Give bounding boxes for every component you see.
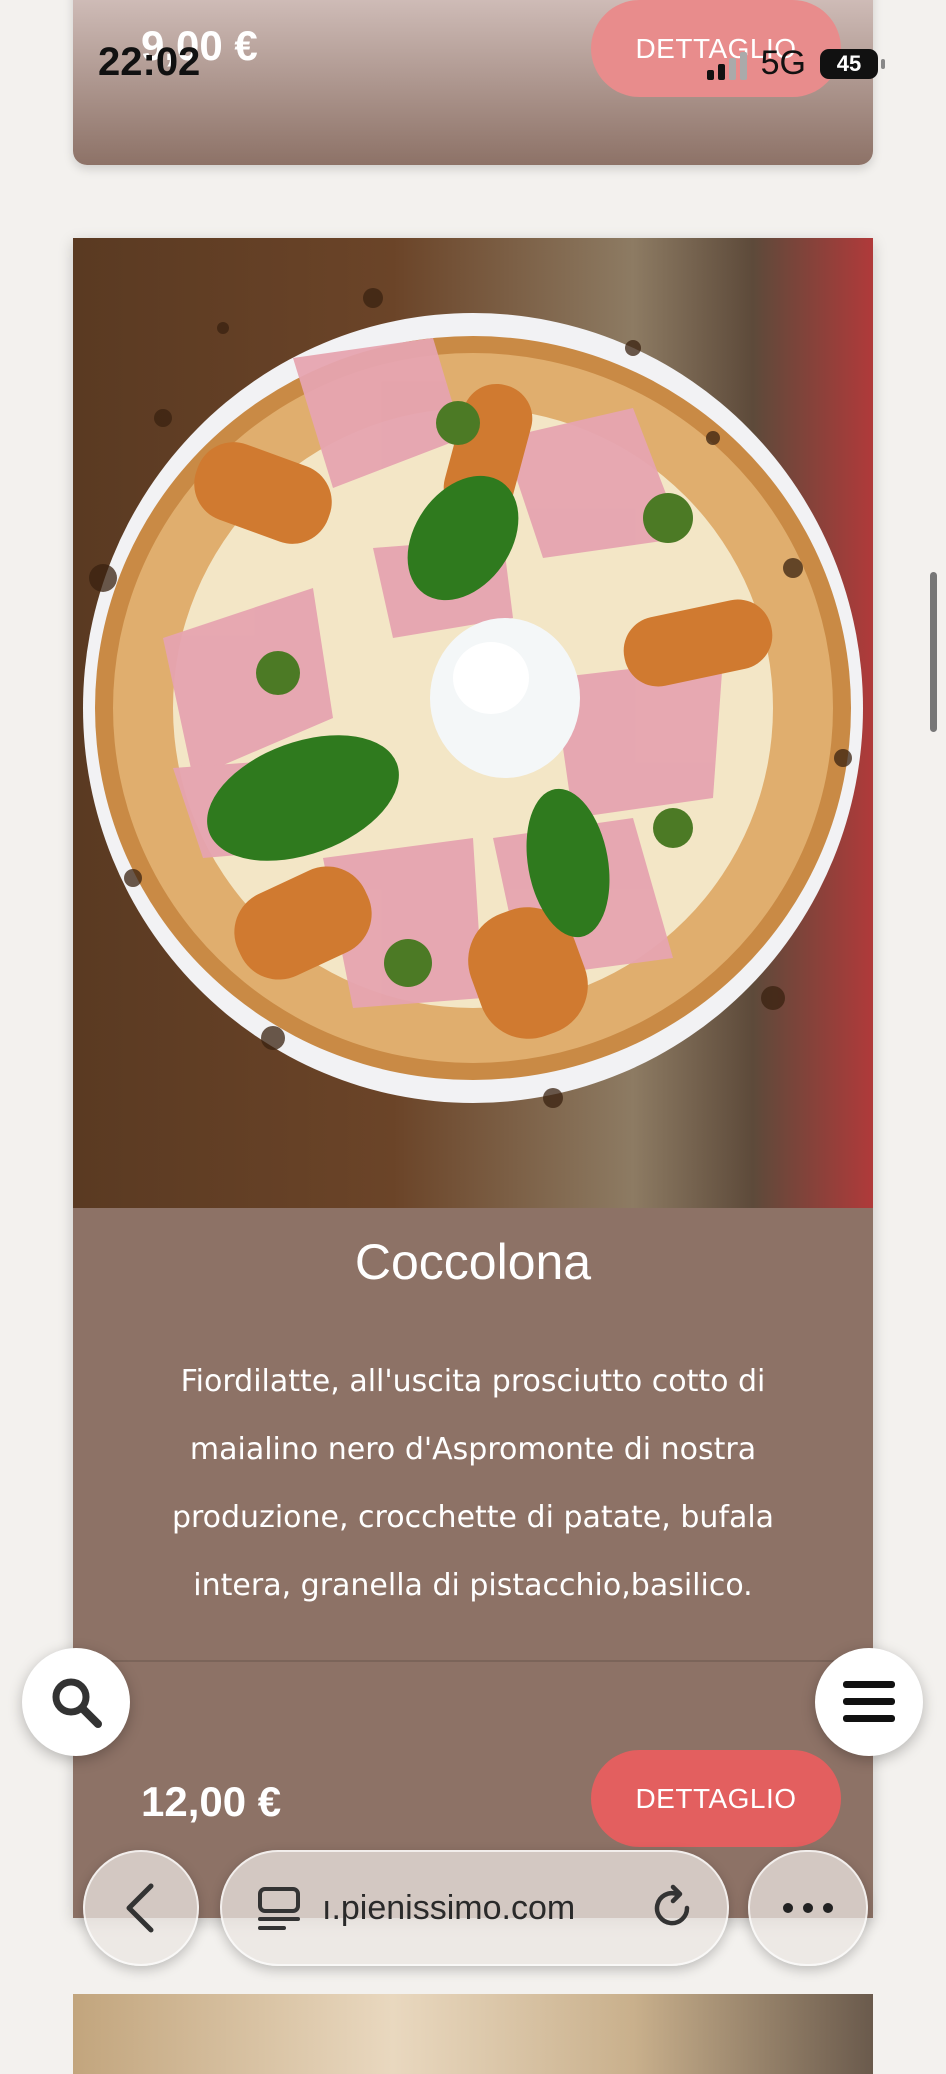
item-price: 12,00 € bbox=[141, 1778, 282, 1825]
item-description: Fiordilatte, all'uscita prosciutto cotto… bbox=[171, 1364, 775, 1603]
menu-button[interactable] bbox=[815, 1648, 923, 1756]
menu-item-card: Coccolona Fiordilatte, all'uscita prosci… bbox=[73, 238, 873, 1918]
more-options-button[interactable] bbox=[748, 1850, 868, 1966]
signal-icon bbox=[706, 48, 747, 80]
battery-level: 45 bbox=[836, 50, 862, 76]
browser-back-button[interactable] bbox=[83, 1850, 199, 1966]
detail-button[interactable]: DETTAGLIO bbox=[591, 1750, 841, 1847]
hamburger-icon bbox=[843, 1681, 895, 1722]
status-time: 22:02 bbox=[98, 40, 201, 84]
chevron-left-icon bbox=[126, 1883, 154, 1933]
pizza-illustration bbox=[83, 288, 863, 1108]
reload-icon[interactable] bbox=[647, 1883, 697, 1933]
next-menu-item-photo bbox=[73, 1994, 873, 2074]
battery-icon: 45 bbox=[820, 48, 885, 79]
address-bar[interactable]: ı.pienissimo.com bbox=[220, 1850, 729, 1966]
search-icon bbox=[52, 1678, 102, 1728]
url-text: ı.pienissimo.com bbox=[322, 1888, 576, 1927]
status-indicators: 5G 45 bbox=[706, 44, 885, 83]
tab-list-icon bbox=[258, 1887, 300, 1930]
network-type: 5G bbox=[760, 44, 806, 82]
pizza-photo bbox=[73, 238, 873, 1208]
scroll-indicator bbox=[930, 572, 937, 732]
divider bbox=[73, 1660, 873, 1662]
item-title: Coccolona bbox=[354, 1234, 592, 1290]
more-dots-icon bbox=[783, 1903, 833, 1913]
search-button[interactable] bbox=[22, 1648, 130, 1756]
